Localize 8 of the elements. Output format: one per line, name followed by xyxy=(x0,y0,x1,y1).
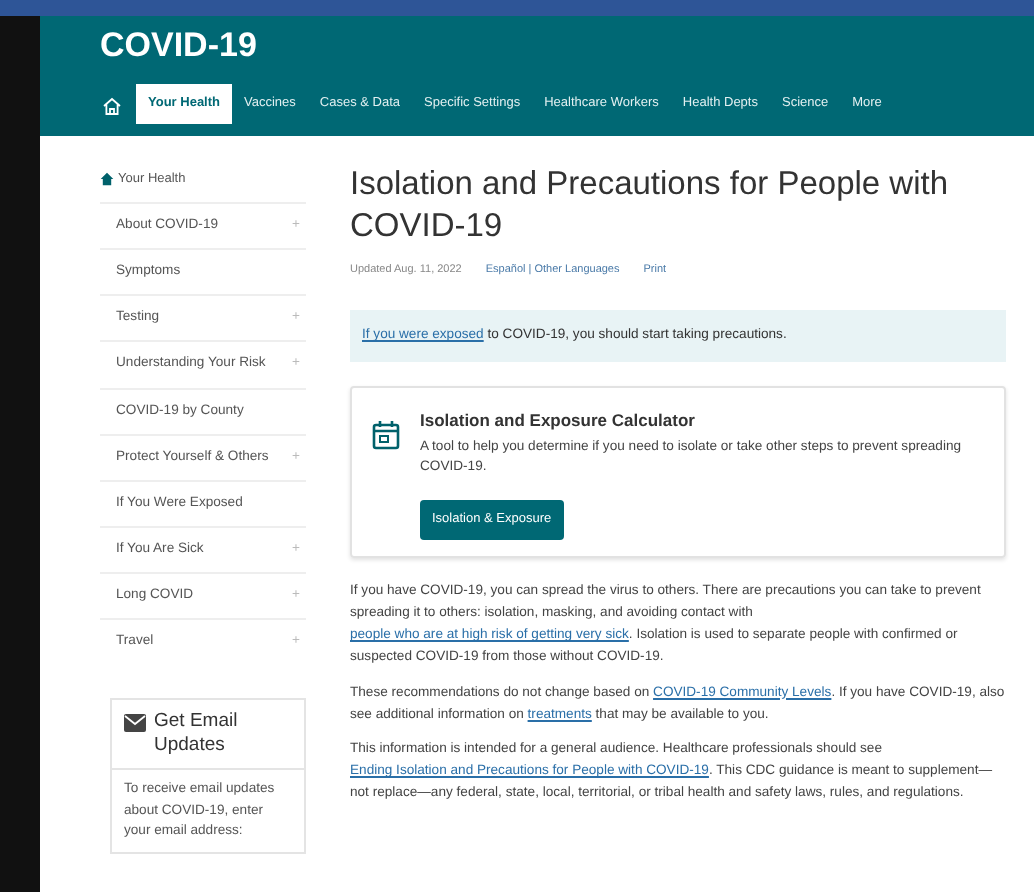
calculator-title: Isolation and Exposure Calculator xyxy=(420,408,697,435)
email-box-title: Get Email Updates xyxy=(154,709,240,759)
calendar-icon xyxy=(372,420,400,451)
home-icon xyxy=(100,172,114,187)
envelope-icon xyxy=(124,713,146,732)
site-title: COVID-19 xyxy=(100,28,259,62)
page-title: Isolation and Precautions for People with COVID-19 xyxy=(350,164,951,249)
home-icon[interactable] xyxy=(102,95,122,116)
